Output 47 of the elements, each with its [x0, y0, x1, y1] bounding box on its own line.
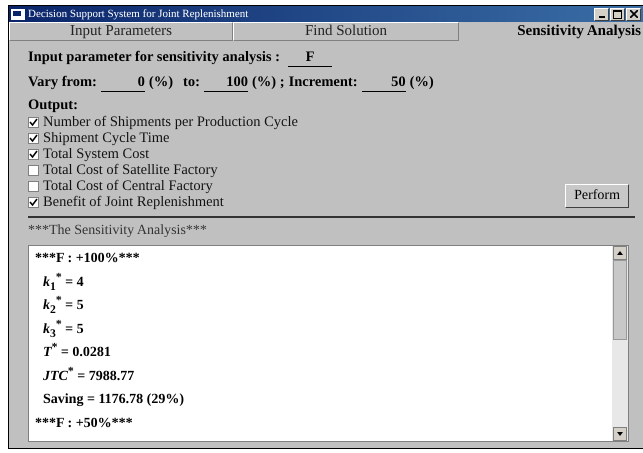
close-icon	[630, 10, 638, 18]
maximize-button[interactable]	[610, 8, 625, 20]
parameter-field[interactable]: F	[288, 49, 332, 67]
perform-button[interactable]: Perform	[565, 184, 629, 208]
result-heading: ***F : +50%***	[35, 414, 134, 432]
checkbox[interactable]	[28, 116, 39, 128]
option-label: Total Cost of Central Factory	[43, 178, 213, 194]
option-label: Benefit of Joint Replenishment	[43, 194, 224, 210]
option-label: Total System Cost	[43, 146, 150, 162]
option-label: Total Cost of Satellite Factory	[43, 162, 218, 178]
output-label: Output:	[28, 97, 79, 114]
result-line: k$_{1}$$^{*}$ = 4	[42, 272, 85, 294]
result-line: T$^{*}$ = 0.0281	[42, 343, 112, 362]
scrollbar[interactable]	[612, 246, 628, 441]
tab[interactable]: Find Solution	[233, 22, 459, 41]
result-line: k$_{2}$$^{*}$ = 5	[42, 296, 85, 318]
to-field[interactable]: 100	[204, 74, 248, 92]
maximize-icon	[613, 10, 622, 18]
scroll-down-icon[interactable]	[613, 427, 627, 441]
minimize-button[interactable]	[594, 8, 609, 20]
from-label: Vary from:	[28, 74, 97, 91]
unit-label: (%)	[148, 74, 174, 91]
checkbox[interactable]	[28, 132, 39, 144]
unit-label: (%) ;	[252, 74, 285, 91]
checkbox[interactable]	[28, 164, 39, 176]
result-line: Saving = 1176.78 (29%)	[42, 391, 185, 409]
result-line: JTC$^{*}$ = 7988.77	[42, 366, 136, 386]
option-label: Shipment Cycle Time	[43, 130, 170, 146]
result-line: k$_{3}$$^{*}$ = 5	[42, 320, 85, 342]
window-title: Decision Support System for Joint Replenishment	[28, 8, 250, 20]
increment-label: Increment:	[288, 74, 358, 91]
tab[interactable]: Input Parameters	[9, 22, 233, 41]
to-label: to:	[183, 74, 200, 91]
option-label: Number of Shipments per Production Cycle	[43, 114, 298, 130]
scroll-up-icon[interactable]	[613, 246, 627, 260]
results-title: ***The Sensitivity Analysis***	[28, 223, 208, 239]
checkbox[interactable]	[28, 196, 39, 208]
checkbox[interactable]	[28, 180, 39, 192]
result-heading: ***F : +100%***	[35, 250, 141, 268]
close-button[interactable]	[626, 8, 641, 20]
from-field[interactable]: 0	[100, 74, 145, 92]
scroll-thumb[interactable]	[613, 260, 627, 340]
window-icon	[11, 8, 25, 20]
checkbox[interactable]	[28, 148, 39, 160]
unit-label: (%)	[410, 74, 434, 91]
increment-field[interactable]: 50	[362, 74, 406, 92]
parameter-label: Input parameter for sensitivity analysis :	[28, 49, 280, 66]
